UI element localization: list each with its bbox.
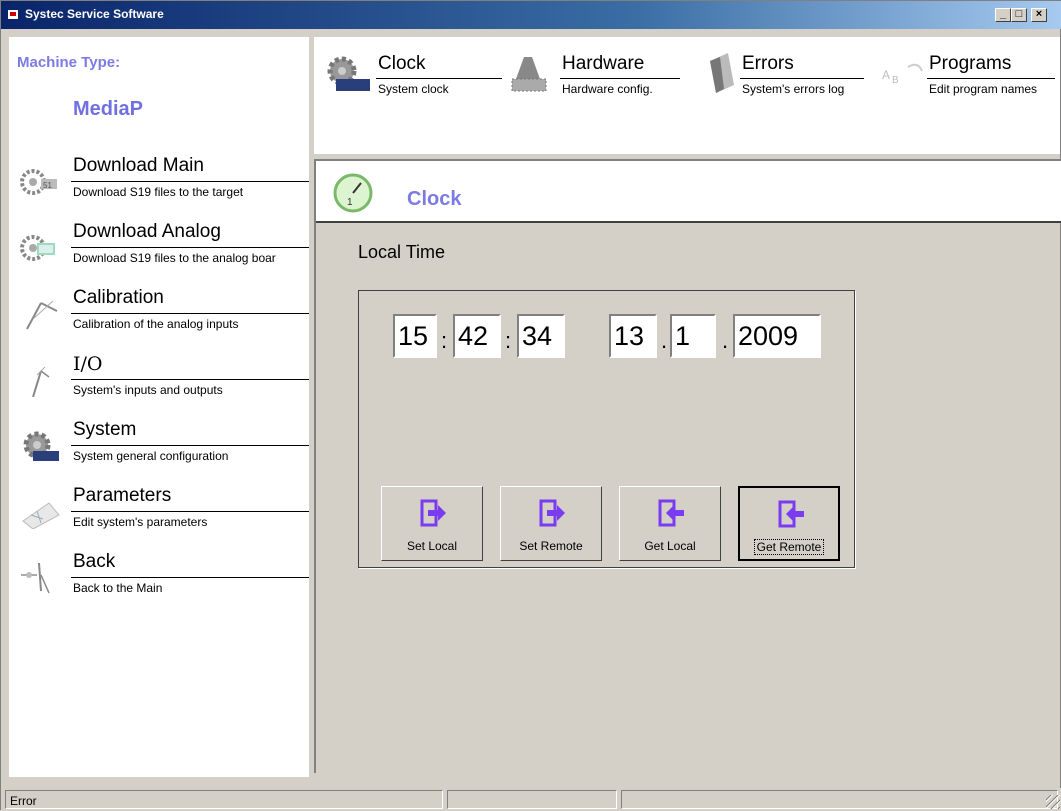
tool-hardware[interactable]: Hardware Hardware config. [510, 51, 680, 101]
export-icon [420, 499, 446, 527]
button-label: Get Remote [740, 539, 838, 555]
panel-header: 1 Clock [316, 161, 1061, 223]
nav-title: Download Analog [73, 221, 221, 242]
nav-title: System [73, 419, 137, 440]
hour-field[interactable] [393, 314, 437, 358]
set-local-button[interactable]: Set Local [381, 486, 483, 561]
io-icon [32, 366, 50, 397]
title-bar[interactable]: Systec Service Software _ □ × [1, 1, 1061, 29]
date-separator: . [661, 328, 668, 353]
nav-subtitle: Download S19 files to the analog boar [73, 251, 276, 265]
status-text: Error [5, 790, 443, 809]
get-local-button[interactable]: Get Local [619, 486, 721, 561]
sidebar-item-system[interactable]: System System general configuration [9, 417, 309, 473]
tool-title: Hardware [562, 53, 645, 74]
tool-programs[interactable]: A B Programs Edit program names [878, 51, 1058, 101]
panel-title: Clock [407, 188, 462, 210]
minimize-button[interactable]: _ [995, 8, 1011, 22]
clock-icon: 1 [333, 173, 373, 213]
export-icon [539, 499, 565, 527]
sidebar-item-io[interactable]: I/O System's inputs and outputs [9, 351, 309, 407]
button-label: Set Remote [519, 539, 583, 553]
tool-title: Programs [929, 53, 1012, 74]
svg-text:A: A [882, 68, 890, 82]
close-button[interactable]: × [1031, 8, 1047, 22]
nav-title: Download Main [73, 155, 204, 176]
sidebar-item-back[interactable]: Back Back to the Main [9, 549, 309, 605]
month-field[interactable] [670, 314, 716, 358]
parameters-icon [22, 502, 60, 529]
sidebar-item-parameters[interactable]: Parameters Edit system's parameters [9, 483, 309, 539]
nav-subtitle: Download S19 files to the target [73, 185, 244, 199]
year-field[interactable] [733, 314, 821, 358]
button-label: Set Local [406, 539, 458, 553]
date-separator: . [722, 328, 729, 353]
button-label-text: Get Remote [753, 539, 825, 555]
svg-text:1: 1 [347, 197, 353, 208]
tool-subtitle: System's errors log [742, 82, 845, 96]
nav-subtitle: Calibration of the analog inputs [73, 317, 239, 331]
nav-subtitle: Edit system's parameters [73, 515, 208, 529]
second-field[interactable] [517, 314, 565, 358]
clock-panel: 1 Clock Local Time : : . . Set Local [314, 159, 1061, 773]
tool-clock[interactable]: Clock System clock [322, 51, 502, 101]
status-pane-3 [621, 790, 1058, 809]
nav-subtitle: Back to the Main [73, 581, 163, 595]
svg-text:51: 51 [43, 181, 52, 190]
import-icon [778, 500, 804, 528]
tool-subtitle: System clock [378, 82, 449, 96]
time-separator: : [441, 328, 448, 353]
sidebar-item-download-analog[interactable]: Download Analog Download S19 files to th… [9, 219, 309, 275]
toolbar: Clock System clock Hardware Hardware con… [314, 37, 1060, 154]
calibration-compass-icon [26, 300, 58, 330]
nav-title: I/O [73, 353, 103, 375]
hardware-icon [511, 57, 547, 92]
get-remote-button[interactable]: Get Remote [738, 486, 840, 561]
tool-title: Clock [378, 53, 426, 74]
tool-subtitle: Hardware config. [562, 82, 653, 96]
clock-group: : : . . Set Local [358, 290, 855, 568]
sidebar: Machine Type: MediaP 51 Download Main Do… [9, 37, 309, 777]
resize-grip-icon[interactable] [1046, 795, 1060, 809]
local-time-label: Local Time [358, 242, 446, 262]
window-title: Systec Service Software [25, 7, 164, 21]
app-window: Systec Service Software _ □ × Machine Ty… [0, 0, 1061, 811]
programs-icon: A B [882, 63, 923, 86]
tool-subtitle: Edit program names [929, 82, 1038, 96]
download-gears-icon: 51 [20, 169, 57, 195]
sidebar-item-download-main[interactable]: 51 Download Main Download S19 files to t… [9, 153, 309, 209]
sidebar-item-calibration[interactable]: Calibration Calibration of the analog in… [9, 285, 309, 341]
tool-title: Errors [742, 53, 794, 74]
minute-field[interactable] [453, 314, 501, 358]
maximize-button[interactable]: □ [1011, 8, 1027, 22]
nav-subtitle: System's inputs and outputs [73, 383, 223, 397]
gear-icon [23, 431, 59, 461]
status-pane-2 [447, 790, 617, 809]
machine-type-label: Machine Type: [17, 54, 121, 71]
app-icon [7, 9, 19, 20]
nav-title: Calibration [73, 287, 164, 308]
time-separator: : [505, 328, 512, 353]
svg-text:B: B [892, 75, 899, 86]
set-remote-button[interactable]: Set Remote [500, 486, 602, 561]
gear-clock-icon [327, 56, 370, 91]
machine-type-value: MediaP [73, 98, 144, 120]
button-label: Get Local [644, 539, 696, 553]
nav-subtitle: System general configuration [73, 449, 229, 463]
day-field[interactable] [609, 314, 657, 358]
tool-errors[interactable]: Errors System's errors log [704, 51, 864, 101]
import-icon [658, 499, 684, 527]
download-analog-icon [20, 235, 55, 261]
status-bar: Error [1, 788, 1061, 811]
nav-title: Parameters [73, 485, 172, 506]
back-icon [21, 562, 50, 594]
nav-title: Back [73, 551, 116, 572]
